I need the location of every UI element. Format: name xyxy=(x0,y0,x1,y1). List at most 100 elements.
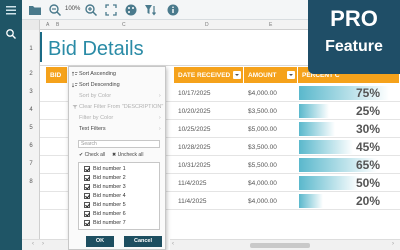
sort-ascending-icon xyxy=(72,71,78,76)
row-number[interactable]: 1 xyxy=(22,46,40,52)
checklist-label: Bid number 1 xyxy=(93,166,126,172)
row-headers: 1 2 3 4 5 6 7 8 xyxy=(22,30,40,250)
menu-sort-ascending[interactable]: Sort Ascending xyxy=(72,71,116,80)
zoom-in-icon[interactable] xyxy=(84,3,98,17)
checklist-label: Bid number 6 xyxy=(93,211,126,217)
pro-feature-badge: PRO Feature xyxy=(308,0,400,74)
checklist-label: Bid number 3 xyxy=(93,184,126,190)
select-all-corner[interactable] xyxy=(22,20,40,30)
amount-cell[interactable]: $3,500.00 xyxy=(244,102,298,120)
active-cell-border xyxy=(40,32,42,62)
amount-cell[interactable]: $4,000.00 xyxy=(244,192,298,210)
menu-label: Text Filters xyxy=(79,126,106,132)
scrollbar-thumb[interactable] xyxy=(250,243,310,248)
percent-cell[interactable]: 65% xyxy=(330,158,380,172)
sheet-tab-bar: ‹ › xyxy=(22,239,68,250)
date-cell[interactable]: 11/4/2025 xyxy=(174,174,244,192)
menu-label: Sort by Color xyxy=(79,93,112,99)
zoom-out-icon[interactable] xyxy=(48,3,62,17)
menu-label: Sort Descending xyxy=(79,82,120,88)
header-amount[interactable]: AMOUNT xyxy=(244,67,298,83)
palette-icon[interactable] xyxy=(124,3,138,17)
amount-cell[interactable]: $4,000.00 xyxy=(244,174,298,192)
row-number[interactable]: 8 xyxy=(22,179,40,185)
percent-cell[interactable]: 30% xyxy=(330,122,380,136)
menu-filter-by-color[interactable]: Filter by Color › xyxy=(79,115,161,124)
checklist-label: Bid number 4 xyxy=(93,193,126,199)
checkbox[interactable] xyxy=(84,202,90,208)
percent-data-bar xyxy=(299,194,323,208)
checklist-label: Bid number 7 xyxy=(93,220,126,226)
row-number[interactable]: 2 xyxy=(22,71,40,77)
scroll-right-icon[interactable]: › xyxy=(392,241,394,247)
info-icon[interactable] xyxy=(166,3,180,17)
amount-cell[interactable]: $3,500.00 xyxy=(244,138,298,156)
column-letter[interactable]: B xyxy=(56,22,59,28)
checkbox[interactable] xyxy=(84,220,90,226)
clear-filter-icon xyxy=(72,105,78,109)
header-label: BID xyxy=(50,72,62,79)
filter-dropdown-icon[interactable] xyxy=(233,71,241,79)
percent-data-bar xyxy=(299,104,329,118)
scroll-right-icon[interactable]: › xyxy=(42,241,44,247)
header-label: AMOUNT xyxy=(248,72,277,79)
column-letter[interactable]: E xyxy=(269,22,272,28)
filter-search-input[interactable]: Search xyxy=(78,140,160,148)
row-number[interactable]: 6 xyxy=(22,143,40,149)
menu-sort-by-color[interactable]: Sort by Color › xyxy=(79,93,161,102)
search-icon[interactable] xyxy=(5,28,17,40)
percent-cell[interactable]: 20% xyxy=(330,194,380,208)
amount-cell[interactable]: $5,500.00 xyxy=(244,156,298,174)
column-letter[interactable]: C xyxy=(122,22,126,28)
percent-cell[interactable]: 75% xyxy=(330,86,380,100)
date-cell[interactable]: 11/4/2025 xyxy=(174,192,244,210)
percent-cell[interactable]: 50% xyxy=(330,176,380,190)
row-number[interactable]: 4 xyxy=(22,107,40,113)
menu-clear-filter[interactable]: Clear Filter From "DESCRIPTION" xyxy=(72,104,163,113)
date-cell[interactable]: 10/20/2025 xyxy=(174,102,244,120)
fit-screen-icon[interactable] xyxy=(104,3,118,17)
menu-sort-descending[interactable]: Sort Descending xyxy=(72,82,120,91)
checkbox[interactable] xyxy=(84,193,90,199)
menu-icon[interactable] xyxy=(5,4,17,16)
menu-text-filters[interactable]: Text Filters › xyxy=(79,126,161,135)
ok-button[interactable]: OK xyxy=(86,236,114,247)
uncheck-all-label: Uncheck all xyxy=(117,152,144,158)
amount-cell[interactable]: $5,000.00 xyxy=(244,120,298,138)
header-bid[interactable]: BID xyxy=(46,67,68,83)
scroll-left-icon[interactable]: ‹ xyxy=(32,241,34,247)
column-letter[interactable]: D xyxy=(205,22,209,28)
date-cell[interactable]: 10/25/2025 xyxy=(174,120,244,138)
horizontal-scrollbar[interactable]: ‹ › xyxy=(170,239,400,250)
amount-cell[interactable]: $4,000.00 xyxy=(244,84,298,102)
percent-cell[interactable]: 45% xyxy=(330,140,380,154)
filter-sort-icon[interactable] xyxy=(144,3,158,17)
date-cell[interactable]: 10/17/2025 xyxy=(174,84,244,102)
checkbox[interactable] xyxy=(84,184,90,190)
zoom-level: 100% xyxy=(65,6,81,12)
sheet-title[interactable]: Bid Details xyxy=(48,38,144,61)
check-all-link[interactable]: ✔ Check all xyxy=(79,152,105,158)
row-number[interactable]: 5 xyxy=(22,125,40,131)
filter-dropdown-icon[interactable] xyxy=(287,71,295,79)
folder-icon[interactable] xyxy=(28,3,42,17)
checkbox[interactable] xyxy=(84,211,90,217)
row-number[interactable]: 3 xyxy=(22,89,40,95)
header-date-received[interactable]: DATE RECEIVED xyxy=(174,67,244,83)
menu-label: Filter by Color xyxy=(79,115,114,121)
badge-line-2: Feature xyxy=(325,38,383,55)
checkbox[interactable] xyxy=(84,166,90,172)
uncheck-all-link[interactable]: ✖ Uncheck all xyxy=(112,152,143,158)
check-all-label: Check all xyxy=(84,152,106,158)
cancel-button[interactable]: Cancel xyxy=(124,236,162,247)
column-letter[interactable]: A xyxy=(46,22,49,28)
scroll-left-icon[interactable]: ‹ xyxy=(172,241,174,247)
checkbox[interactable] xyxy=(84,175,90,181)
badge-line-1: PRO xyxy=(330,6,378,31)
date-cell[interactable]: 10/31/2025 xyxy=(174,156,244,174)
menu-label: Sort Ascending xyxy=(79,71,116,77)
row-number[interactable]: 7 xyxy=(22,161,40,167)
header-label: DATE RECEIVED xyxy=(178,72,231,79)
date-cell[interactable]: 10/28/2025 xyxy=(174,138,244,156)
percent-cell[interactable]: 25% xyxy=(330,104,380,118)
